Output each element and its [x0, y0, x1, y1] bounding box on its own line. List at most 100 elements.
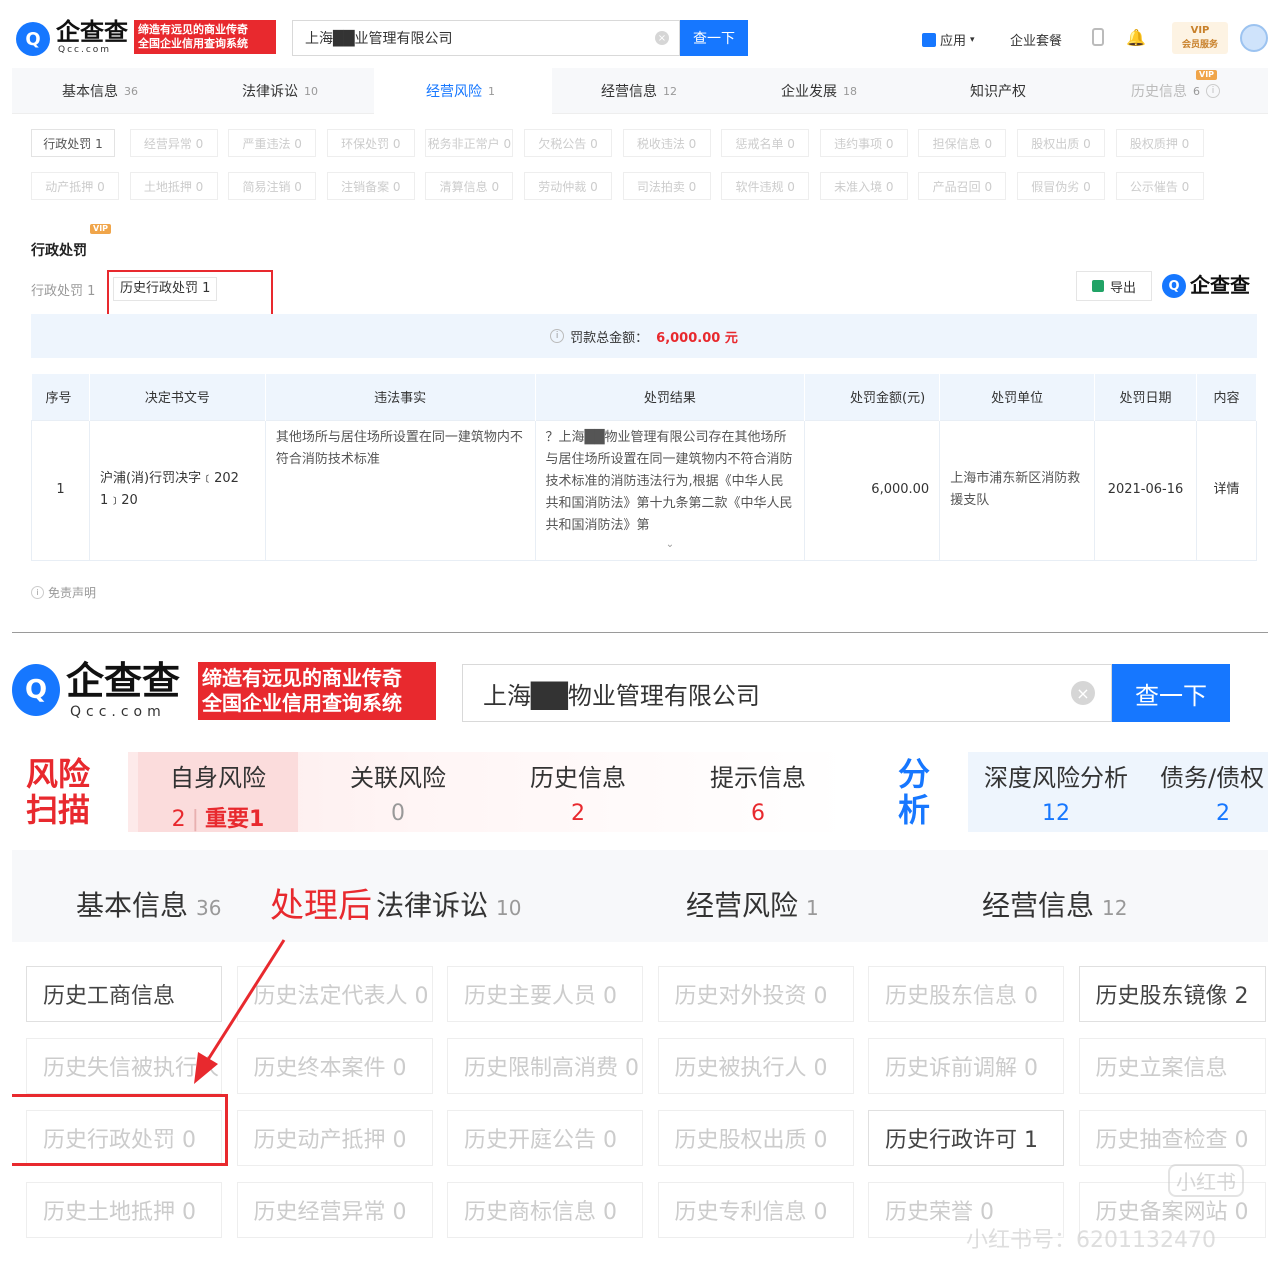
risk-chip[interactable]: 经营异常 0 [129, 129, 218, 157]
tab-business-info[interactable]: 经营信息 12 [601, 68, 677, 114]
search-input[interactable]: 上海██物业管理有限公司 × [462, 664, 1112, 722]
risk-chip[interactable]: 税收违法 0 [622, 129, 711, 157]
export-button[interactable]: 导出 [1076, 271, 1152, 301]
cell-result: ？上海██物业管理有限公司存在其他场所与居住场所设置在同一建筑物内不符合消防技术… [534, 419, 806, 561]
tab-development[interactable]: 企业发展 18 [781, 68, 857, 114]
risk-item-history[interactable]: 历史信息 2 [498, 752, 658, 832]
risk-chip[interactable]: 注销备案 0 [326, 172, 415, 200]
avatar[interactable] [1240, 24, 1268, 52]
col-header-sortable[interactable]: 处罚金额(元) [804, 374, 941, 420]
tab-business-info[interactable]: 经营信息 12 [982, 884, 1127, 924]
history-chip[interactable]: 历史对外投资 0 [657, 966, 854, 1022]
col-header: 序号 [31, 374, 90, 420]
risk-chip[interactable]: 股权出质 0 [1017, 129, 1105, 157]
risk-chip[interactable]: 欠税公告 0 [524, 129, 612, 157]
history-chip[interactable]: 历史土地抵押 0 [26, 1182, 222, 1238]
risk-chip[interactable]: 清算信息 0 [425, 172, 514, 200]
fine-total-bar: i 罚款总金额： 6,000.00 元 [31, 314, 1257, 358]
expand-chevron-icon[interactable]: ⌄ [536, 534, 805, 556]
vip-badge-sub: 会员服务 [1181, 40, 1218, 50]
history-chip[interactable]: 历史立案信息 [1078, 1038, 1266, 1094]
history-chip[interactable]: 历史经营异常 0 [236, 1182, 433, 1238]
risk-chip[interactable]: 土地抵押 0 [129, 172, 218, 200]
tab-business-risk[interactable]: 经营风险 1 [426, 68, 495, 114]
risk-chip[interactable]: 担保信息 0 [918, 129, 1007, 157]
history-chip[interactable]: 历史开庭公告 0 [447, 1110, 643, 1166]
slogan-line1: 缔造有远见的商业传奇 [138, 23, 248, 37]
apps-grid-icon [922, 32, 936, 47]
risk-chip[interactable]: 行政处罚 1 [31, 129, 115, 157]
history-chip[interactable]: 历史行政许可 1 [868, 1110, 1064, 1166]
risk-item-label: 历史信息 [530, 764, 626, 792]
vip-tag: VIP [1196, 70, 1218, 80]
history-chip[interactable]: 历史抽查检查 0 [1078, 1110, 1266, 1166]
tab-business-risk[interactable]: 经营风险 1 [686, 884, 819, 924]
risk-chip[interactable]: 软件违规 0 [721, 172, 810, 200]
clear-icon[interactable]: × [1071, 681, 1095, 705]
search-input[interactable]: 上海██业管理有限公司 × [292, 20, 680, 56]
risk-chip[interactable]: 司法拍卖 0 [622, 172, 711, 200]
search-button[interactable]: 查一下 [1112, 664, 1230, 722]
watermark-logo: 小红书 [1168, 1164, 1244, 1197]
disclaimer-link[interactable]: i 免责声明 [31, 584, 96, 601]
risk-chip[interactable]: 未准入境 0 [819, 172, 908, 200]
risk-chip[interactable]: 劳动仲裁 0 [524, 172, 612, 200]
bell-icon[interactable]: 🔔 [1126, 28, 1146, 47]
risk-item-hint[interactable]: 提示信息 6 [678, 752, 838, 832]
annotation-arrow [194, 939, 286, 1084]
apps-menu[interactable]: 应用 ▾ [922, 30, 975, 49]
detail-link[interactable]: 详情 [1195, 419, 1258, 561]
cell-unit: 上海市浦东新区消防救援支队 [939, 419, 1096, 561]
brand-watermark: 企查查 [1190, 273, 1250, 297]
slogan-line1: 缔造有远见的商业传奇 [202, 666, 402, 690]
risk-chip[interactable]: 惩戒名单 0 [721, 129, 810, 157]
clear-icon[interactable]: × [655, 31, 669, 45]
history-chip[interactable]: 历史被执行人 0 [657, 1038, 854, 1094]
risk-item-related[interactable]: 关联风险 0 [318, 752, 478, 832]
search-value: 上海██物业管理有限公司 [483, 681, 760, 710]
col-header-sortable[interactable]: 处罚日期 [1094, 374, 1197, 420]
history-chip[interactable]: 历史商标信息 0 [447, 1182, 643, 1238]
phone-icon[interactable] [1092, 28, 1104, 46]
analysis-item-deep[interactable]: 深度风险分析 12 [968, 752, 1144, 832]
history-chip[interactable]: 历史股东信息 0 [868, 966, 1064, 1022]
logo-slogan: 缔造有远见的商业传奇 全国企业信用查询系统 [134, 20, 276, 54]
risk-chip[interactable]: 简易注销 0 [228, 172, 317, 200]
risk-item-value: 2 | 重要1 [171, 807, 265, 832]
history-chip[interactable]: 历史专利信息 0 [657, 1182, 854, 1238]
tab-legal[interactable]: 法律诉讼 10 [242, 68, 318, 114]
risk-chip[interactable]: 环保处罚 0 [326, 129, 415, 157]
risk-chip[interactable]: 公示催告 0 [1115, 172, 1204, 200]
risk-chip[interactable]: 税务非正常户 0 [425, 129, 514, 157]
search-button[interactable]: 查一下 [680, 20, 748, 56]
history-chip[interactable]: 历史主要人员 0 [447, 966, 643, 1022]
col-header: 处罚结果 [535, 374, 806, 420]
history-chip[interactable]: 历史限制高消费 0 [447, 1038, 643, 1094]
vip-tag: VIP [90, 224, 112, 234]
risk-item-self[interactable]: 自身风险 2 | 重要1 [138, 752, 298, 832]
info-icon: i [1206, 84, 1220, 98]
risk-item-label: 关联风险 [350, 764, 446, 792]
risk-chip[interactable]: 假冒伪劣 0 [1017, 172, 1105, 200]
tab-legal[interactable]: 法律诉讼 10 [376, 884, 521, 924]
history-chip[interactable]: 历史股权出质 0 [657, 1110, 854, 1166]
sub-tab-admin-penalty[interactable]: 行政处罚 1 [31, 280, 95, 299]
risk-scan-title: 风险 扫描 [26, 755, 91, 829]
history-chip[interactable]: 历史动产抵押 0 [236, 1110, 433, 1166]
vip-badge[interactable]: VIP 会员服务 [1172, 22, 1228, 54]
risk-chip[interactable]: 股权质押 0 [1115, 129, 1204, 157]
risk-chip[interactable]: 产品召回 0 [918, 172, 1007, 200]
enterprise-package-link[interactable]: 企业套餐 [1010, 30, 1062, 49]
history-chip[interactable]: 历史诉前调解 0 [868, 1038, 1064, 1094]
qcc-logo-icon: Q [12, 664, 60, 716]
risk-chip[interactable]: 违约事项 0 [819, 129, 908, 157]
risk-chip[interactable]: 动产抵押 0 [31, 172, 119, 200]
tab-ip[interactable]: 知识产权 [970, 68, 1032, 114]
table-row: 1 沪浦(消)行罚决字﹝202 1﹞20 其他场所与居住场所设置在同一建筑物内不… [31, 419, 1258, 561]
tab-basic-info[interactable]: 基本信息 36 [76, 884, 221, 924]
tab-basic-info[interactable]: 基本信息 36 [62, 68, 138, 114]
analysis-item-debt[interactable]: 债务/债权 2 [1160, 752, 1280, 832]
risk-chip[interactable]: 严重违法 0 [228, 129, 317, 157]
analysis-item-value: 12 [1042, 801, 1070, 826]
history-chip[interactable]: 历史股东镜像 2 [1078, 966, 1266, 1022]
